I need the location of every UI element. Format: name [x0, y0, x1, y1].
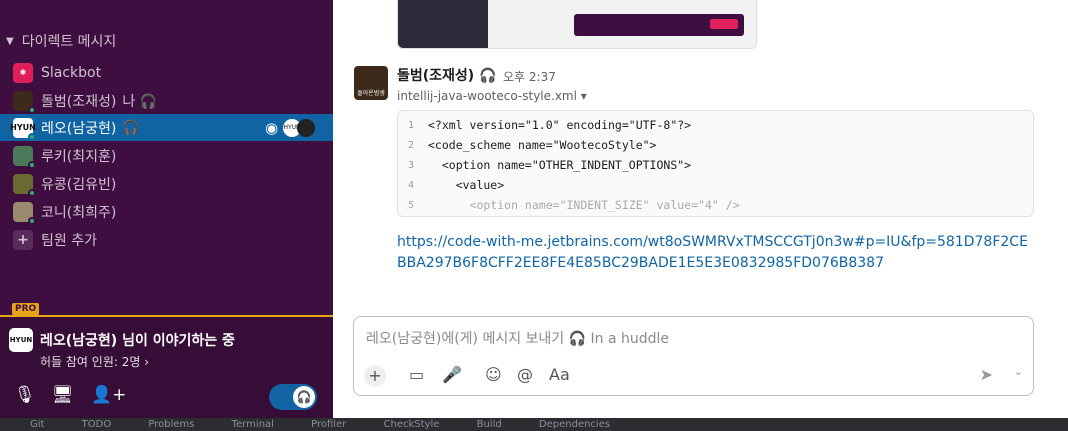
tab-todo[interactable]: TODO	[82, 418, 112, 431]
dm-label: 유콩(김유빈)	[41, 176, 117, 193]
code-line: 2 <code_scheme name="WootecoStyle">	[407, 138, 657, 152]
author-avatar[interactable]: 돌아온범생	[354, 66, 388, 100]
dm-label: Slackbot	[41, 64, 102, 81]
tab-checkstyle[interactable]: CheckStyle	[384, 418, 440, 431]
screen-share-icon[interactable]: 🖥	[52, 385, 74, 405]
caret-down-icon: ▼	[6, 35, 14, 47]
dm-item-leo[interactable]: HYUN 레오(남궁현) 🎧 ◉ HYUN	[0, 114, 333, 141]
format-icon[interactable]: Aa	[549, 365, 570, 384]
dm-sub: 🎧	[122, 119, 140, 136]
tab-dependencies[interactable]: Dependencies	[539, 418, 610, 431]
avatar	[13, 145, 36, 169]
headphones-icon: 🎧	[293, 386, 315, 408]
dm-sub: 나 🎧	[122, 93, 158, 110]
code-snippet[interactable]: 1 <?xml version="1.0" encoding="UTF-8"?> …	[397, 110, 1034, 217]
avatar	[13, 90, 36, 114]
avatar: HYUN	[10, 117, 36, 141]
message-time[interactable]: 오후 2:37	[503, 68, 556, 85]
dm-item-self[interactable]: 돌범(조재성) 나 🎧	[0, 87, 333, 114]
add-teammate-item[interactable]: + 팀원 추가	[0, 226, 333, 253]
huddle-avatar: HYUN	[9, 328, 33, 352]
plus-icon: +	[13, 229, 33, 250]
dm-item-coni[interactable]: 코니(최희주)	[0, 198, 333, 225]
mic-icon[interactable]: 🎤	[442, 365, 462, 384]
dm-section-header[interactable]: ▼ 다이렉트 메시지	[6, 31, 116, 51]
tab-build[interactable]: Build	[477, 418, 502, 431]
code-line: 5 <option name="INDENT_SIZE" value="4" /…	[407, 198, 740, 212]
sidebar: ▼ 다이렉트 메시지 ✱ Slackbot 돌범(조재성) 나 🎧 HYUN 레…	[0, 0, 333, 431]
composer-placeholder[interactable]: 레오(남궁현)에(게) 메시지 보내기 🎧 In a huddle	[366, 328, 669, 348]
ide-toolbar: Git TODO Problems Terminal Profiler Chec…	[0, 418, 1068, 431]
code-line: 3 <option name="OTHER_INDENT_OPTIONS">	[407, 158, 692, 172]
plus-icon[interactable]: +	[364, 365, 386, 387]
message-composer[interactable]: 레오(남궁현)에(게) 메시지 보내기 🎧 In a huddle + ▭ 🎤 …	[353, 316, 1034, 396]
dm-label: 코니(최희주)	[41, 204, 117, 221]
screenshot-attachment[interactable]	[397, 0, 757, 49]
file-name[interactable]: intellij-java-wooteco-style.xml ▾	[397, 89, 587, 103]
tab-profiler[interactable]: Profiler	[311, 418, 346, 431]
slackbot-avatar: ✱	[13, 62, 33, 83]
avatar	[13, 201, 36, 225]
code-with-me-link[interactable]: https://code-with-me.jetbrains.com/wt8oS…	[397, 232, 1037, 274]
tab-terminal[interactable]: Terminal	[232, 418, 274, 431]
send-icon[interactable]: ➤	[980, 365, 993, 384]
huddle-toggle[interactable]: 🎧	[269, 384, 317, 410]
code-line: 4 <value>	[407, 178, 505, 192]
caret-down-icon[interactable]: ▾	[581, 89, 587, 103]
author-name[interactable]: 돌범(조재성) 🎧	[397, 65, 497, 85]
dm-item-yukong[interactable]: 유콩(김유빈)	[0, 170, 333, 197]
chevron-down-icon[interactable]: ⌄	[1014, 365, 1023, 378]
dm-label: 루키(최지훈)	[41, 148, 117, 165]
tab-git[interactable]: Git	[30, 418, 44, 431]
dm-label: 돌범(조재성)	[41, 93, 117, 110]
emoji-icon[interactable]: ☺	[485, 365, 502, 384]
pro-badge: PRO	[12, 303, 40, 315]
video-icon[interactable]: ▭	[409, 365, 424, 384]
mention-icon[interactable]: @	[517, 365, 533, 384]
mic-icon[interactable]: 🎙	[14, 385, 36, 405]
huddle-broadcast-icon: ◉	[265, 118, 279, 137]
code-line: 1 <?xml version="1.0" encoding="UTF-8"?>	[407, 118, 692, 132]
message-pane: 돌아온범생 돌범(조재성) 🎧 오후 2:37 intellij-java-wo…	[333, 0, 1068, 418]
dm-section-label: 다이렉트 메시지	[21, 34, 117, 50]
huddle-panel: HYUN 레오(남궁현) 님이 이야기하는 중 허들 참여 인원: 2명 › 🎙…	[0, 315, 333, 418]
dm-label: 레오(남궁현)	[41, 120, 117, 137]
dm-item-slackbot[interactable]: ✱ Slackbot	[0, 59, 333, 86]
tab-problems[interactable]: Problems	[148, 418, 194, 431]
dm-label: 팀원 추가	[41, 232, 97, 249]
add-person-icon[interactable]: 👤+	[91, 385, 126, 405]
dm-item-rookie[interactable]: 루키(최지훈)	[0, 142, 333, 169]
avatar	[13, 173, 36, 197]
huddle-participant-count[interactable]: 허들 참여 인원: 2명 ›	[40, 353, 149, 370]
huddle-title: 레오(남궁현) 님이 이야기하는 중	[40, 333, 235, 349]
participant-avatar	[297, 118, 315, 137]
